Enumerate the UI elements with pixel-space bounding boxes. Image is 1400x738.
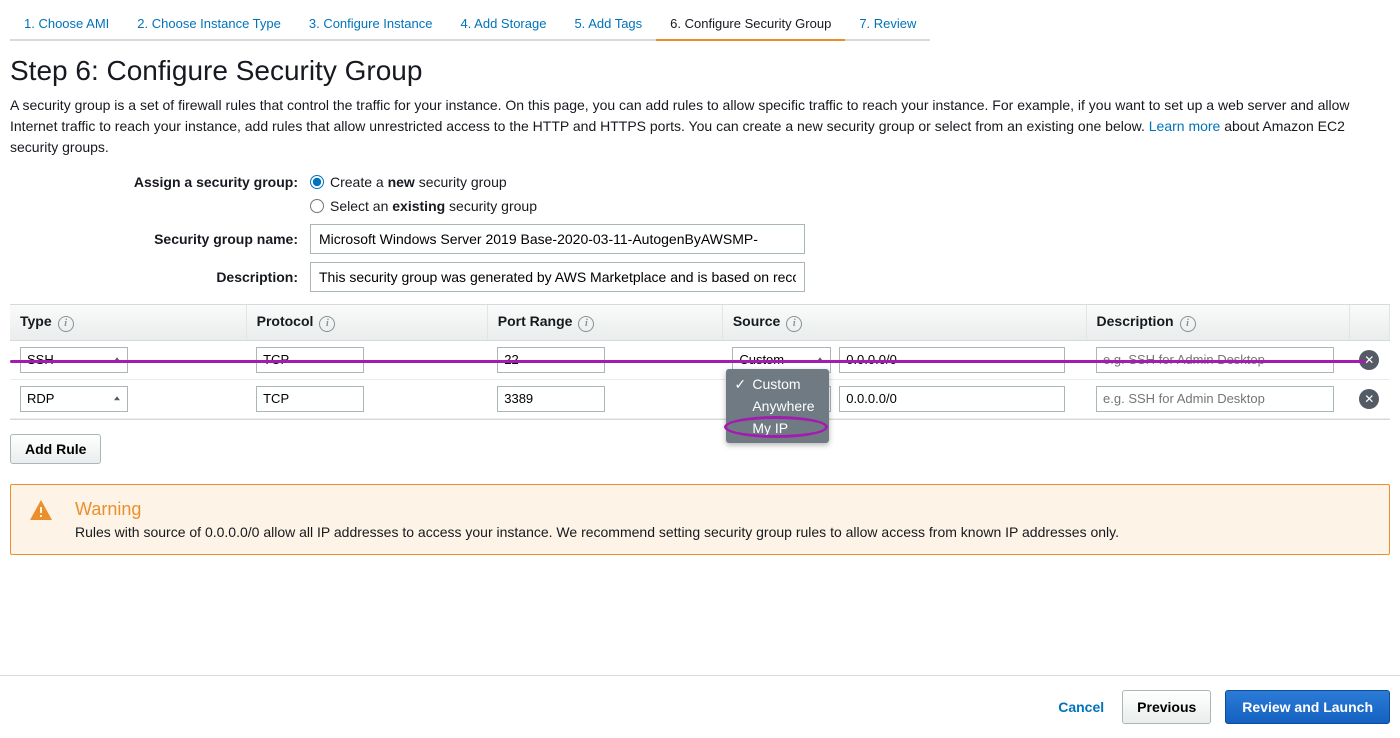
radio-create-new-sg-input[interactable] xyxy=(310,175,324,189)
info-icon[interactable]: i xyxy=(578,316,594,332)
warning-icon xyxy=(29,499,53,540)
tab-add-storage[interactable]: 4. Add Storage xyxy=(446,10,560,41)
rule-type-select[interactable]: SSH xyxy=(20,347,128,373)
rule-port-input xyxy=(497,347,605,373)
radio-select-existing-sg[interactable]: Select an existing security group xyxy=(310,198,537,214)
col-port: Port Rangei xyxy=(487,305,722,340)
rule-port-input xyxy=(497,386,605,412)
sg-desc-input[interactable] xyxy=(310,262,805,292)
warning-title: Warning xyxy=(75,499,1119,520)
rule-protocol-input xyxy=(256,347,364,373)
remove-rule-button[interactable]: ✕ xyxy=(1359,389,1379,409)
rules-table: Typei Protocoli Port Rangei Sourcei Desc… xyxy=(10,304,1390,420)
tab-choose-instance-type[interactable]: 2. Choose Instance Type xyxy=(123,10,295,41)
add-rule-button[interactable]: Add Rule xyxy=(10,434,101,464)
info-icon[interactable]: i xyxy=(1180,316,1196,332)
col-source: Sourcei xyxy=(722,305,1086,340)
tab-configure-security-group[interactable]: 6. Configure Security Group xyxy=(656,10,845,41)
radio-create-new-sg[interactable]: Create a new security group xyxy=(310,174,507,190)
rule-source-cidr-input[interactable] xyxy=(839,347,1065,373)
tab-add-tags[interactable]: 5. Add Tags xyxy=(560,10,656,41)
remove-rule-button[interactable]: ✕ xyxy=(1359,350,1379,370)
sg-name-input[interactable] xyxy=(310,224,805,254)
rule-protocol-input xyxy=(256,386,364,412)
previous-button[interactable]: Previous xyxy=(1122,690,1211,724)
info-icon[interactable]: i xyxy=(786,316,802,332)
rule-desc-input[interactable] xyxy=(1096,347,1334,373)
sg-name-label: Security group name: xyxy=(10,231,310,247)
rule-source-cidr-input[interactable] xyxy=(839,386,1065,412)
rule-desc-input[interactable] xyxy=(1096,386,1334,412)
radio-select-existing-sg-input[interactable] xyxy=(310,199,324,213)
info-icon[interactable]: i xyxy=(319,316,335,332)
rule-type-select[interactable]: RDP xyxy=(20,386,128,412)
warning-box: Warning Rules with source of 0.0.0.0/0 a… xyxy=(10,484,1390,555)
wizard-tabs: 1. Choose AMI 2. Choose Instance Type 3.… xyxy=(10,10,1390,41)
col-description: Descriptioni xyxy=(1086,305,1349,340)
sg-desc-label: Description: xyxy=(10,269,310,285)
tab-review[interactable]: 7. Review xyxy=(845,10,930,41)
table-row: RDP Custom Custom Anywhere My IP xyxy=(10,379,1390,418)
dropdown-option-anywhere[interactable]: Anywhere xyxy=(726,395,828,417)
tab-configure-instance[interactable]: 3. Configure Instance xyxy=(295,10,447,41)
info-icon[interactable]: i xyxy=(58,316,74,332)
tab-choose-ami[interactable]: 1. Choose AMI xyxy=(10,10,123,41)
learn-more-link[interactable]: Learn more xyxy=(1149,118,1221,134)
table-row: SSH Custom ✕ xyxy=(10,340,1390,379)
assign-sg-label: Assign a security group: xyxy=(10,174,310,190)
dropdown-option-my-ip[interactable]: My IP xyxy=(726,417,828,439)
cancel-button[interactable]: Cancel xyxy=(1054,691,1108,723)
page-description: A security group is a set of firewall ru… xyxy=(10,95,1390,158)
col-protocol: Protocoli xyxy=(246,305,487,340)
review-and-launch-button[interactable]: Review and Launch xyxy=(1225,690,1390,724)
warning-text: Rules with source of 0.0.0.0/0 allow all… xyxy=(75,524,1119,540)
dropdown-option-custom[interactable]: Custom xyxy=(726,373,828,395)
footer: Cancel Previous Review and Launch xyxy=(0,675,1400,738)
source-dropdown-menu: Custom Anywhere My IP xyxy=(726,369,828,443)
page-title: Step 6: Configure Security Group xyxy=(10,55,1390,87)
col-type: Typei xyxy=(10,305,246,340)
